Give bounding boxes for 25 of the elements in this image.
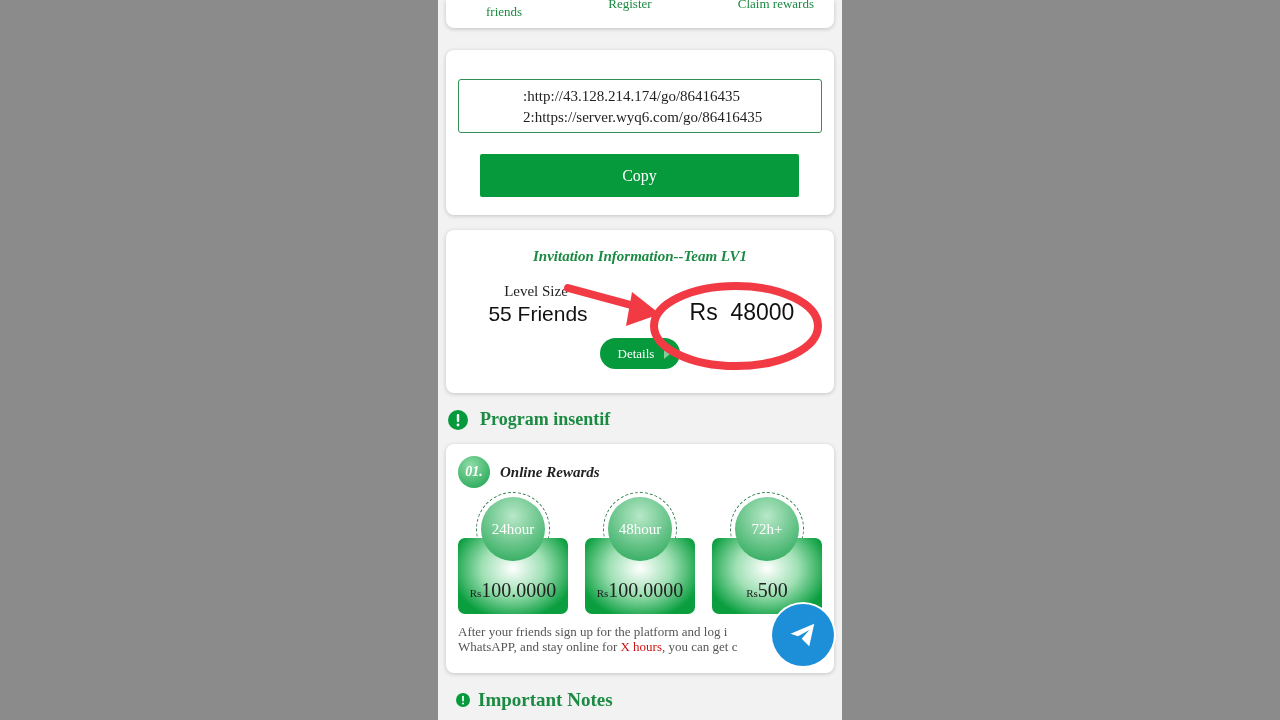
invite-link-field[interactable]: :http://43.128.214.174/go/86416435 2:https://server.wyq6.com/go/86416435: [458, 79, 822, 133]
commission-value: Rs 48000: [689, 299, 795, 326]
level-size-value: 55 Friends: [488, 302, 588, 326]
duration-badge: 24hour: [481, 497, 545, 561]
description-text: After your friends sign up for the platform and log i: [458, 624, 729, 639]
telegram-button[interactable]: [772, 604, 834, 666]
reward-amount: Rs100.0000: [468, 579, 558, 602]
duration-badge: 48hour: [608, 497, 672, 561]
copy-button[interactable]: Copy: [480, 154, 799, 197]
step-label: friends: [486, 5, 523, 18]
triangle-icon: [664, 348, 671, 359]
card-title: Invitation Information--Team LV1: [532, 248, 748, 265]
details-button[interactable]: Details: [599, 338, 681, 369]
description-text: WhatsAPP, and stay online for X hours, you can get c: [458, 639, 739, 654]
number-badge: 01.: [458, 456, 490, 488]
reward-amount: Rs500: [745, 579, 789, 602]
section-heading: Important Notes: [478, 689, 613, 711]
card-title: Online Rewards: [500, 463, 600, 481]
reward-amount: Rs100.0000: [595, 579, 685, 602]
exclamation-icon: [448, 409, 468, 430]
step-label: Register: [608, 0, 652, 10]
level-size-label: Level Size: [504, 283, 568, 300]
duration-badge: 72h+: [735, 497, 799, 561]
section-heading: Program insentif: [480, 409, 611, 430]
exclamation-icon: [456, 693, 470, 707]
